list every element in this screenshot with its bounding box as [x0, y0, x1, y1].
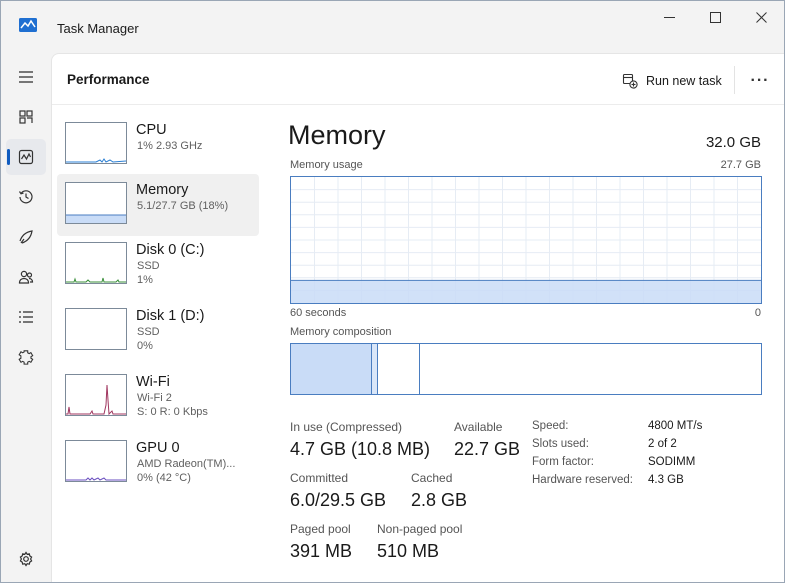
task-manager-app-icon [19, 18, 37, 32]
stat-nonpaged-pool-value: 510 MB [377, 541, 440, 561]
device-name: Disk 1 (D:) [136, 308, 205, 324]
stat-committed-value: 6.0/29.5 GB [290, 490, 387, 510]
device-name: Disk 0 (C:) [136, 242, 205, 258]
nav-menu-button[interactable] [6, 59, 46, 95]
device-name: Wi-Fi [136, 374, 170, 390]
device-detail: S: 0 R: 0 Kbps [137, 406, 208, 418]
composition-in-use-segment [291, 344, 372, 394]
device-detail: 0% [137, 340, 153, 352]
composition-standby-segment [378, 344, 420, 394]
disk0-thumbnail-graph [65, 242, 127, 284]
device-disk-0[interactable]: Disk 0 (C:) SSD 1% [57, 234, 259, 296]
maximize-icon [709, 11, 721, 23]
maximize-button[interactable] [692, 1, 738, 33]
device-wifi[interactable]: Wi-Fi Wi-Fi 2 S: 0 R: 0 Kbps [57, 366, 259, 428]
device-detail: AMD Radeon(TM)... [137, 458, 236, 470]
detail-slots-value: 2 of 2 [648, 438, 677, 450]
nav-users[interactable] [6, 259, 46, 295]
device-disk-1[interactable]: Disk 1 (D:) SSD 0% [57, 300, 259, 362]
detail-speed-value: 4800 MT/s [648, 420, 703, 432]
hamburger-menu-icon [19, 71, 33, 83]
cpu-thumbnail-graph [65, 122, 127, 164]
memory-usage-graph [290, 176, 762, 304]
detail-speed-label: Speed: [532, 420, 569, 432]
nav-startup-apps[interactable] [6, 219, 46, 255]
device-name: CPU [136, 122, 167, 138]
run-new-task-icon [622, 73, 638, 89]
minimize-icon [663, 16, 675, 18]
detail-form-factor-value: SODIMM [648, 456, 696, 468]
stat-committed-label: Committed [290, 471, 349, 485]
detail-slots-label: Slots used: [532, 438, 589, 450]
nav-details[interactable] [6, 299, 46, 335]
time-axis-left-label: 60 seconds [290, 307, 347, 319]
close-button[interactable] [738, 1, 784, 33]
memory-usage-fill [291, 280, 761, 303]
device-detail: 1% 2.93 GHz [137, 140, 203, 152]
task-manager-window: Task Manager Performance Run new task ··… [0, 0, 785, 583]
title-bar[interactable]: Task Manager [1, 1, 784, 53]
app-history-icon [18, 190, 33, 204]
startup-apps-icon [19, 230, 33, 244]
device-cpu[interactable]: CPU 1% 2.93 GHz [57, 114, 259, 176]
device-detail: SSD [137, 326, 160, 338]
minimize-button[interactable] [646, 1, 692, 33]
active-indicator [7, 149, 10, 165]
page-title: Performance [67, 72, 150, 87]
header-divider-line [52, 104, 784, 105]
nav-performance[interactable] [6, 139, 46, 175]
users-icon [18, 270, 34, 284]
nav-services[interactable] [6, 339, 46, 375]
device-name: GPU 0 [136, 440, 180, 456]
gpu-thumbnail-graph [65, 440, 127, 482]
navigation-rail [1, 53, 51, 582]
details-icon [19, 311, 33, 323]
stat-in-use-label: In use (Compressed) [290, 420, 403, 434]
stat-cached-label: Cached [411, 471, 453, 485]
stat-nonpaged-pool-label: Non-paged pool [377, 522, 463, 536]
settings-gear-icon [19, 551, 33, 567]
stat-in-use-value: 4.7 GB (10.8 MB) [290, 439, 431, 459]
disk1-thumbnail-graph [65, 308, 127, 350]
device-name: Memory [136, 182, 189, 198]
device-detail: SSD [137, 260, 160, 272]
run-new-task-label: Run new task [646, 74, 722, 88]
memory-composition-bar [290, 343, 762, 395]
content-panel: Performance Run new task ··· CPU 1% 2.93… [51, 53, 784, 582]
more-options-button[interactable]: ··· [746, 68, 774, 94]
detail-hardware-reserved-label: Hardware reserved: [532, 474, 633, 486]
close-icon [755, 11, 767, 23]
memory-total: 32.0 GB [705, 134, 761, 151]
stat-paged-pool-label: Paged pool [290, 522, 351, 536]
detail-form-factor-label: Form factor: [532, 456, 594, 468]
memory-usage-max: 27.7 GB [720, 159, 761, 171]
detail-title: Memory [288, 120, 386, 150]
nav-processes[interactable] [6, 99, 46, 135]
device-detail: Wi-Fi 2 [137, 392, 172, 404]
stat-available-value: 22.7 GB [454, 439, 521, 459]
window-title: Task Manager [57, 21, 139, 36]
device-detail: 5.1/27.7 GB (18%) [137, 200, 229, 212]
services-icon [18, 350, 34, 365]
device-detail: 1% [137, 274, 153, 286]
nav-app-history[interactable] [6, 179, 46, 215]
stat-available-label: Available [454, 420, 503, 434]
run-new-task-button[interactable]: Run new task [622, 68, 722, 94]
wifi-thumbnail-graph [65, 374, 127, 416]
memory-usage-label: Memory usage [290, 159, 363, 171]
memory-thumbnail-graph [65, 182, 127, 224]
nav-settings[interactable] [6, 541, 46, 577]
header-divider [734, 66, 735, 94]
processes-icon [19, 110, 33, 124]
device-gpu-0[interactable]: GPU 0 AMD Radeon(TM)... 0% (42 °C) [57, 432, 259, 494]
time-axis-right-label: 0 [754, 307, 761, 319]
stat-cached-value: 2.8 GB [411, 490, 468, 510]
device-detail: 0% (42 °C) [137, 472, 191, 484]
memory-composition-label: Memory composition [290, 326, 392, 338]
device-memory[interactable]: Memory 5.1/27.7 GB (18%) [57, 174, 259, 236]
performance-icon [18, 149, 34, 165]
stat-paged-pool-value: 391 MB [290, 541, 353, 561]
detail-hardware-reserved-value: 4.3 GB [648, 474, 684, 486]
